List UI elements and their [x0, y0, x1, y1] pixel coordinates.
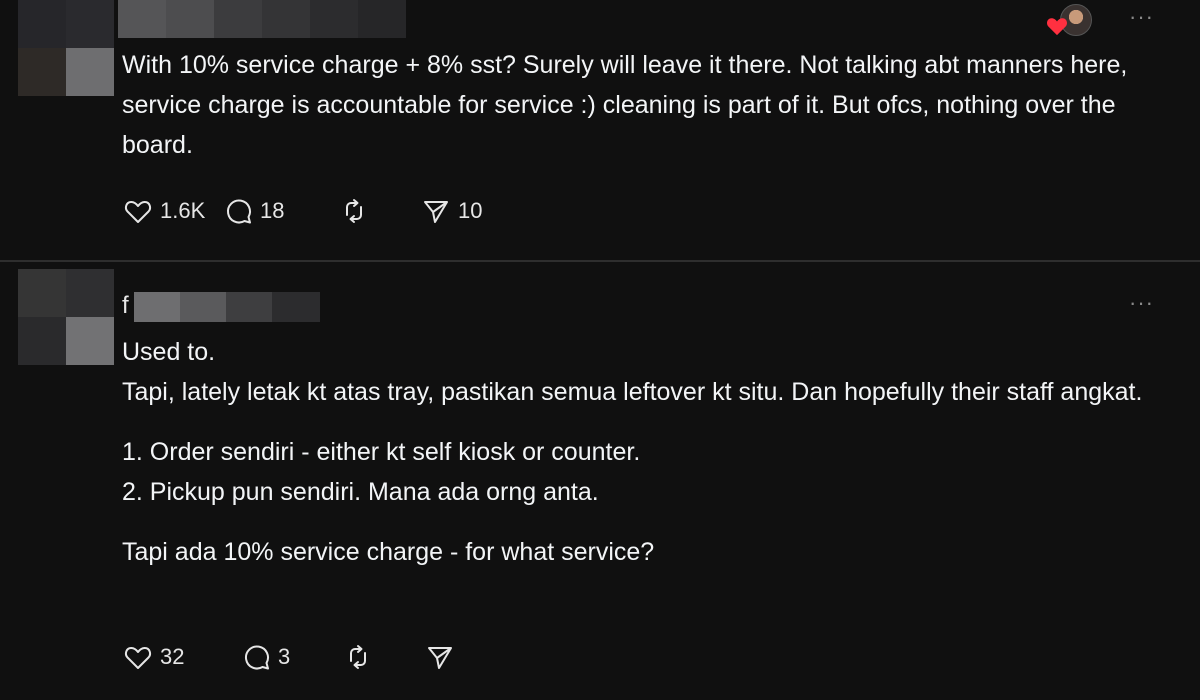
repost-icon [350, 645, 366, 669]
more-options-icon[interactable]: ··· [1129, 6, 1154, 28]
post-text: With 10% service charge + 8% sst? Surely… [122, 45, 1172, 165]
post-list-item: 1. Order sendiri - either kt self kiosk … [122, 438, 641, 466]
heart-icon [124, 201, 152, 223]
repost-button[interactable] [342, 641, 424, 673]
share-icon [424, 201, 448, 223]
post-text-line: Used to. [122, 338, 216, 366]
thread-feed: ··· With 10% service charge + 8% sst? Su… [0, 0, 1200, 700]
more-options-icon[interactable]: ··· [1129, 292, 1154, 314]
share-icon [428, 647, 452, 669]
author-avatar-blurred[interactable] [18, 269, 114, 365]
post-action-bar: 32 3 [122, 640, 462, 674]
reply-count: 3 [278, 644, 291, 669]
reply-button[interactable]: 3 [240, 641, 342, 673]
post-text: Used to. Tapi, lately letak kt atas tray… [122, 332, 1172, 572]
like-button[interactable]: 1.6K [122, 195, 222, 227]
repost-button[interactable] [338, 195, 420, 227]
post-text-line: Tapi ada 10% service charge - for what s… [122, 538, 655, 566]
author-avatar-blurred[interactable] [18, 0, 114, 96]
share-button[interactable] [424, 641, 462, 673]
liked-by-indicator[interactable] [1046, 4, 1092, 38]
post-action-bar: 1.6K 18 10 [122, 194, 482, 228]
heart-icon [124, 647, 152, 669]
reply-count: 18 [260, 198, 285, 223]
like-button[interactable]: 32 [122, 641, 240, 673]
repost-icon [346, 199, 362, 223]
heart-badge-icon [1047, 18, 1067, 36]
share-button[interactable]: 10 [420, 195, 482, 227]
post-reply-1: ··· With 10% service charge + 8% sst? Su… [0, 0, 1200, 260]
author-name-initial[interactable]: f [122, 292, 129, 320]
author-name-blurred[interactable] [134, 292, 320, 322]
share-count: 10 [458, 198, 483, 223]
comment-icon [245, 645, 269, 670]
post-text-line: Tapi, lately letak kt atas tray, pastika… [122, 378, 1143, 406]
post-list-item: 2. Pickup pun sendiri. Mana ada orng ant… [122, 478, 599, 506]
like-count: 32 [160, 644, 185, 669]
comment-icon [227, 199, 251, 224]
author-name-blurred[interactable] [118, 0, 406, 38]
post-text-line: With 10% service charge + 8% sst? Surely… [122, 51, 1128, 159]
like-count: 1.6K [160, 198, 206, 223]
reply-button[interactable]: 18 [222, 195, 338, 227]
post-reply-2: f ··· Used to. Tapi, lately letak kt ata… [0, 262, 1200, 700]
